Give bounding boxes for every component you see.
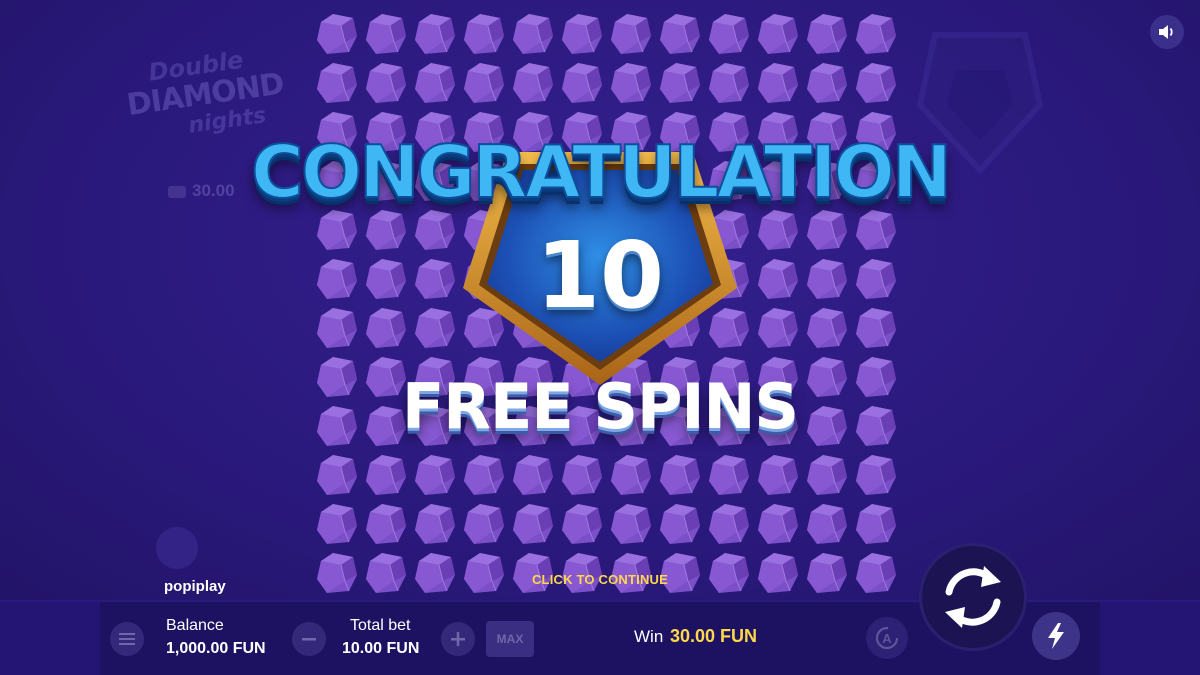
win-value: 30.00 FUN <box>670 626 758 646</box>
autoplay-icon[interactable]: A <box>866 617 908 659</box>
purple-crystal-icon <box>560 453 604 497</box>
purple-crystal-icon <box>609 502 653 546</box>
purple-crystal-icon <box>315 61 359 105</box>
spin-button[interactable] <box>922 546 1024 648</box>
menu-icon[interactable] <box>110 622 144 656</box>
purple-crystal-icon <box>462 453 506 497</box>
balance-label: Balance <box>166 617 224 634</box>
purple-crystal-icon <box>560 61 604 105</box>
purple-crystal-icon <box>413 61 457 105</box>
total-bet-label: Total bet <box>350 617 411 634</box>
win-label: Win <box>634 627 664 646</box>
purple-crystal-icon <box>364 12 408 56</box>
congratulation-title: CONGRATULATION <box>250 129 953 215</box>
brand-logo: popiplay <box>164 578 226 595</box>
purple-crystal-icon <box>462 12 506 56</box>
purple-crystal-icon <box>315 12 359 56</box>
buy-feature-button[interactable] <box>156 527 198 569</box>
game-stage: Double DIAMOND nights 30.00 CONGRATULATI… <box>0 0 1200 600</box>
free-spins-count: 10 <box>535 222 665 329</box>
purple-crystal-icon <box>609 12 653 56</box>
purple-crystal-icon <box>707 12 751 56</box>
svg-text:A: A <box>882 631 892 646</box>
purple-crystal-icon <box>511 453 555 497</box>
purple-crystal-icon <box>511 12 555 56</box>
purple-crystal-icon <box>560 12 604 56</box>
free-spins-label: FREE SPINS <box>401 370 799 443</box>
purple-crystal-icon <box>854 453 898 497</box>
purple-crystal-icon <box>707 453 751 497</box>
purple-crystal-icon <box>854 502 898 546</box>
purple-crystal-icon <box>315 453 359 497</box>
purple-crystal-icon <box>364 502 408 546</box>
spin-arrows-icon <box>945 566 1001 628</box>
purple-crystal-icon <box>560 502 604 546</box>
purple-crystal-icon <box>805 61 849 105</box>
max-bet-button[interactable]: MAX <box>486 621 534 657</box>
speaker-icon[interactable] <box>1150 15 1184 49</box>
purple-crystal-icon <box>315 502 359 546</box>
lightning-icon[interactable] <box>1032 612 1080 660</box>
purple-crystal-icon <box>462 502 506 546</box>
minus-icon[interactable] <box>292 622 326 656</box>
purple-crystal-icon <box>658 12 702 56</box>
purple-crystal-icon <box>658 453 702 497</box>
purple-crystal-icon <box>658 502 702 546</box>
purple-crystal-icon <box>854 61 898 105</box>
purple-crystal-icon <box>805 12 849 56</box>
purple-crystal-icon <box>854 12 898 56</box>
purple-crystal-icon <box>511 502 555 546</box>
purple-crystal-icon <box>511 61 555 105</box>
purple-crystal-icon <box>756 502 800 546</box>
purple-crystal-icon <box>413 502 457 546</box>
balance-value: 1,000.00 FUN <box>166 640 266 657</box>
purple-crystal-icon <box>462 61 506 105</box>
purple-crystal-icon <box>756 12 800 56</box>
purple-crystal-icon <box>805 502 849 546</box>
purple-crystal-icon <box>364 453 408 497</box>
purple-crystal-icon <box>413 453 457 497</box>
purple-crystal-icon <box>707 61 751 105</box>
purple-crystal-icon <box>658 61 702 105</box>
purple-crystal-icon <box>756 453 800 497</box>
purple-crystal-icon <box>707 502 751 546</box>
purple-crystal-icon <box>805 453 849 497</box>
purple-crystal-icon <box>364 61 408 105</box>
purple-crystal-icon <box>609 453 653 497</box>
total-bet-value: 10.00 FUN <box>342 640 420 657</box>
purple-crystal-icon <box>413 12 457 56</box>
purple-crystal-icon <box>609 61 653 105</box>
plus-icon[interactable] <box>441 622 475 656</box>
purple-crystal-icon <box>756 61 800 105</box>
